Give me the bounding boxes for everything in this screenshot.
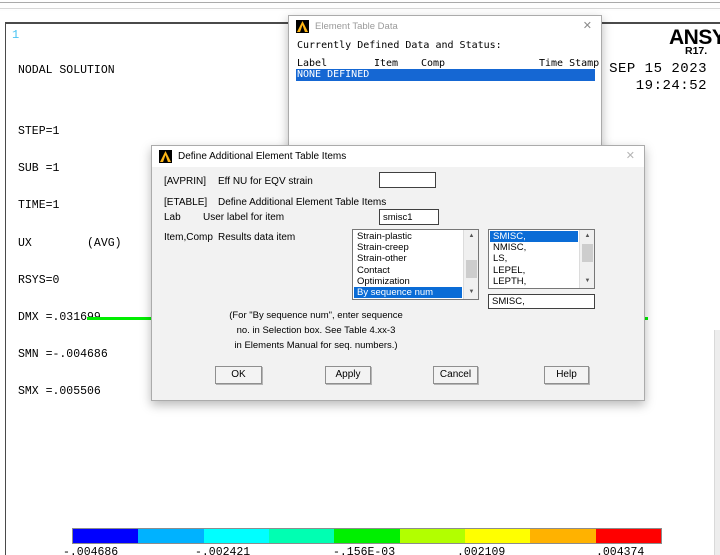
comp-listbox: SMISC, NMISC, LS, LEPEL, LEPTH, ▲ ▼ [488,229,595,289]
etable-command-label: [ETABLE] [164,197,208,208]
ansys-logo-icon [159,150,172,163]
comp-list: SMISC, NMISC, LS, LEPEL, LEPTH, [490,231,578,287]
scrollbar-thumb[interactable] [582,244,593,262]
legend-label: -.002421 [195,546,251,555]
solution-line: SMN =-.004686 [18,347,108,361]
ansys-logo-glyph [160,151,171,162]
legend-segment [334,529,400,543]
nodal-solution-text: NODAL SOLUTION STEP=1 SUB =1 TIME=1 UX (… [18,40,122,423]
list-item[interactable]: Optimization [354,276,462,287]
list-item[interactable]: Strain-creep [354,242,462,253]
avprin-input[interactable] [379,172,436,188]
column-header-item: Item [374,58,399,69]
column-header-comp: Comp [421,58,446,69]
ansys-logo-icon [296,20,309,33]
ansys-graphics-screen: 1 NODAL SOLUTION STEP=1 SUB =1 TIME=1 UX… [0,0,720,555]
solution-line: UX (AVG) [18,236,122,250]
table-row-selected[interactable]: NONE DEFINED [296,69,595,81]
legend-segment [595,529,661,543]
item-category-listbox: Strain-plastic Strain-creep Strain-other… [352,229,479,300]
note-line: in Elements Manual for seq. numbers.) [234,340,398,351]
avprin-command-label: [AVPRIN] [164,176,207,187]
list-item[interactable]: LEPEL, [490,265,578,276]
dialog-titlebar[interactable]: Define Additional Element Table Items ✕ [152,146,644,167]
scroll-down-icon[interactable]: ▼ [580,275,595,288]
legend-label: .004374 [596,546,645,555]
apply-button[interactable]: Apply [325,366,371,384]
legend-segment [138,529,204,543]
ok-button[interactable]: OK [215,366,262,384]
itemcomp-desc-label: Results data item [218,232,296,243]
analysis-date: SEP 15 2023 [609,61,707,77]
scrollbar[interactable]: ▲ ▼ [463,230,478,299]
define-etable-items-dialog: Define Additional Element Table Items ✕ … [151,145,645,401]
note-line: (For "By sequence num", enter sequence [229,310,403,321]
scroll-up-icon[interactable]: ▲ [580,230,595,243]
legend-segment [399,529,465,543]
list-item[interactable]: Strain-plastic [354,231,462,242]
solution-line: TIME=1 [18,199,60,213]
solution-line: RSYS=0 [18,273,60,287]
toolbar-edge [0,0,720,11]
toolbar-divider [0,2,720,3]
status-heading: Currently Defined Data and Status: [297,40,502,51]
list-item[interactable]: Contact [354,265,462,276]
close-icon[interactable]: ✕ [626,149,635,162]
solution-line: STEP=1 [18,125,60,139]
item-category-list: Strain-plastic Strain-creep Strain-other… [354,231,462,298]
scroll-up-icon[interactable]: ▲ [464,230,479,243]
lab-desc-label: User label for item [203,212,285,223]
close-icon[interactable]: ✕ [583,19,592,32]
legend-label: -.004686 [63,546,119,555]
legend-segment [268,529,335,543]
dialog-title: Element Table Data [315,21,398,32]
list-item-selected[interactable]: By sequence num [354,287,462,298]
analysis-datetime: SEP 15 2023 19:24:52 [609,61,707,95]
legend-segment [73,529,139,543]
list-item[interactable]: LEPTH, [490,276,578,287]
lab-command-label: Lab [164,212,181,223]
list-item-selected[interactable]: SMISC, [490,231,578,243]
column-header-label: Label [297,58,328,69]
ansys-logo-glyph [297,21,308,32]
legend-segment [530,529,596,543]
scroll-down-icon[interactable]: ▼ [464,286,479,299]
analysis-time: 19:24:52 [635,78,707,94]
legend-label: .002109 [457,546,506,555]
solution-line: SUB =1 [18,162,60,176]
graphics-window-border-left [5,22,6,555]
list-item[interactable]: NMISC, [490,242,578,253]
list-item[interactable]: Strain-other [354,253,462,264]
scrollbar[interactable]: ▲ ▼ [579,230,594,288]
toolbar-divider [0,8,720,9]
graphics-scrollbar[interactable] [714,330,720,555]
list-item[interactable]: LS, [490,253,578,264]
legend-label: -.156E-03 [333,546,396,555]
contour-legend-bar [72,528,662,544]
scrollbar-thumb[interactable] [466,260,477,278]
solution-line: NODAL SOLUTION [18,63,115,77]
sequence-number-input[interactable] [488,294,595,309]
note-line: no. in Selection box. See Table 4.xx-3 [236,325,396,336]
legend-segment [203,529,269,543]
user-label-input[interactable] [379,209,439,225]
solution-line: SMX =.005506 [18,384,101,398]
itemcomp-command-label: Item,Comp [164,232,213,243]
avprin-desc-label: Eff NU for EQV strain [218,176,313,187]
ansys-release-label: R17. [685,45,708,57]
legend-segment [464,529,531,543]
help-button[interactable]: Help [544,366,589,384]
sequence-note-text: (For "By sequence num", enter sequence n… [171,308,461,353]
column-header-timestamp: Time Stamp [539,58,600,69]
cancel-button[interactable]: Cancel [433,366,478,384]
dialog-titlebar[interactable]: Element Table Data ✕ [289,16,601,37]
etable-desc-label: Define Additional Element Table Items [218,197,387,208]
dialog-title: Define Additional Element Table Items [178,151,347,162]
